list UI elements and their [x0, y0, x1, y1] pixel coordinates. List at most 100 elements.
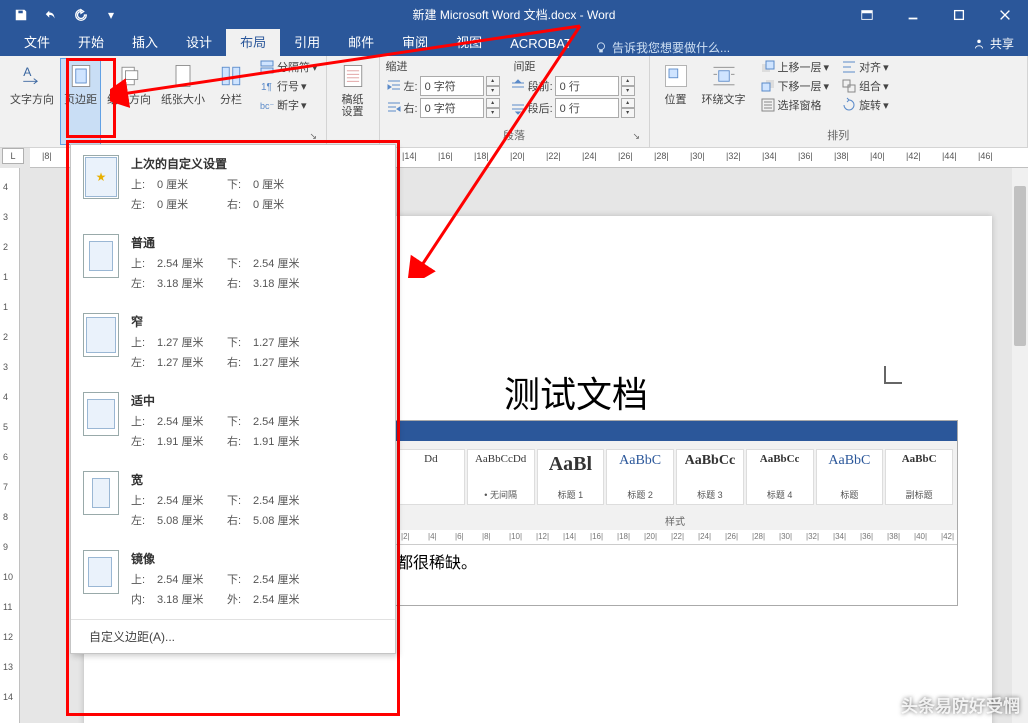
margin-preset-normal[interactable]: 普通 上:2.54 厘米下:2.54 厘米 左:3.18 厘米右:3.18 厘米 — [71, 224, 395, 303]
custom-margins-button[interactable]: 自定义边距(A)... — [71, 619, 395, 653]
qat-customize-icon[interactable]: ▾ — [98, 3, 124, 27]
margin-preset-moderate[interactable]: 适中 上:2.54 厘米下:2.54 厘米 左:1.91 厘米右:1.91 厘米 — [71, 382, 395, 461]
margin-thumb-icon — [83, 471, 119, 515]
svg-text:bc⁻: bc⁻ — [260, 101, 275, 111]
indent-right-field[interactable]: 右:0 字符▴▾ — [386, 98, 500, 118]
text-direction-button[interactable]: A 文字方向 — [6, 58, 58, 145]
spacing-before-icon — [510, 78, 526, 94]
tell-me[interactable]: 告诉我您想要做什么... — [594, 39, 730, 56]
style-item[interactable]: Dd — [397, 449, 465, 505]
scrollbar-thumb[interactable] — [1014, 186, 1026, 346]
margin-thumb-icon — [83, 550, 119, 594]
vertical-scrollbar[interactable] — [1012, 168, 1028, 723]
style-item[interactable]: AaBbCc标题 4 — [746, 449, 814, 505]
inner-ruler: |2||4||6||8||10||12||14||16||18||20||22|… — [393, 531, 957, 545]
manuscript-icon — [337, 60, 369, 92]
orientation-button[interactable]: 纸张方向 — [103, 58, 155, 145]
share-button[interactable]: 共享 — [958, 31, 1028, 56]
save-icon[interactable] — [8, 3, 34, 27]
send-backward-button[interactable]: 下移一层 ▾ — [758, 77, 832, 95]
tab-review[interactable]: 审阅 — [388, 28, 442, 56]
document-title[interactable]: 测试文档 — [504, 366, 912, 418]
title-bar: ▾ 新建 Microsoft Word 文档.docx - Word — [0, 0, 1028, 29]
ribbon-display-icon[interactable] — [844, 0, 890, 29]
spacing-heading: 间距 — [514, 58, 536, 74]
tab-references[interactable]: 引用 — [280, 28, 334, 56]
corner-mark-icon — [884, 366, 902, 384]
tab-layout[interactable]: 布局 — [226, 28, 280, 56]
wrap-text-icon — [708, 60, 740, 92]
margin-thumb-icon — [83, 313, 119, 357]
margin-preset-last-custom[interactable]: 上次的自定义设置 上:0 厘米下:0 厘米 左:0 厘米右:0 厘米 — [71, 145, 395, 224]
indent-left-field[interactable]: 左:0 字符▴▾ — [386, 76, 500, 96]
style-item[interactable]: AaBbC副标题 — [885, 449, 953, 505]
align-button[interactable]: 对齐 ▾ — [839, 58, 891, 76]
margins-icon — [65, 60, 97, 92]
position-icon — [660, 60, 692, 92]
columns-icon — [215, 60, 247, 92]
inner-body-text: 都很稀缺。 — [393, 549, 957, 573]
indent-heading: 缩进 — [386, 58, 408, 74]
margin-thumb-icon — [83, 155, 119, 199]
paragraph-group: 缩进 间距 左:0 字符▴▾ 段前:0 行▴▾ 右:0 字符▴▾ 段后:0 行▴… — [380, 56, 650, 147]
tab-mailings[interactable]: 邮件 — [334, 28, 388, 56]
margin-preset-mirror[interactable]: 镜像 上:2.54 厘米下:2.54 厘米 内:3.18 厘米外:2.54 厘米 — [71, 540, 395, 619]
close-icon[interactable] — [982, 0, 1028, 29]
margins-button[interactable]: 页边距 — [60, 58, 101, 145]
redo-icon[interactable] — [68, 3, 94, 27]
window-title: 新建 Microsoft Word 文档.docx - Word — [413, 6, 616, 23]
spacing-before-field[interactable]: 段前:0 行▴▾ — [510, 76, 635, 96]
tab-design[interactable]: 设计 — [172, 28, 226, 56]
selection-pane-button[interactable]: 选择窗格 — [758, 96, 832, 114]
size-icon — [167, 60, 199, 92]
tab-view[interactable]: 视图 — [442, 28, 496, 56]
style-item[interactable]: AaBbC标题 2 — [606, 449, 674, 505]
manuscript-paper-button[interactable]: 稿纸 设置 — [333, 58, 373, 145]
maximize-icon[interactable] — [936, 0, 982, 29]
breaks-button[interactable]: 分隔符 ▾ — [257, 58, 320, 76]
svg-text:A: A — [23, 65, 32, 79]
indent-right-icon — [386, 100, 402, 116]
spacing-after-field[interactable]: 段后:0 行▴▾ — [510, 98, 635, 118]
watermark-text: 头条易防好受惘 — [901, 692, 1020, 717]
text-direction-icon: A — [16, 60, 48, 92]
styles-group-label: 样式 — [393, 513, 957, 530]
margin-preset-wide[interactable]: 宽 上:2.54 厘米下:2.54 厘米 左:5.08 厘米右:5.08 厘米 — [71, 461, 395, 540]
indent-left-icon — [386, 78, 402, 94]
minimize-icon[interactable] — [890, 0, 936, 29]
size-button[interactable]: 纸张大小 — [157, 58, 209, 145]
margins-dropdown: 上次的自定义设置 上:0 厘米下:0 厘米 左:0 厘米右:0 厘米 普通 上:… — [70, 144, 396, 654]
page-setup-group: A 文字方向 页边距 纸张方向 纸张大小 分栏 分隔符 ▾ 1¶行号 ▾ — [0, 56, 327, 147]
ribbon-tabs: 文件 开始 插入 设计 布局 引用 邮件 审阅 视图 ACROBAT 告诉我您想… — [0, 29, 1028, 56]
margin-thumb-icon — [83, 392, 119, 436]
spacing-after-icon — [510, 100, 526, 116]
embedded-screenshot: DdAaBbCcDd• 无间隔AaBl标题 1AaBbC标题 2AaBbCc标题… — [392, 420, 958, 606]
style-item[interactable]: AaBbCcDd• 无间隔 — [467, 449, 535, 505]
quick-access-toolbar: ▾ — [0, 3, 124, 27]
style-item[interactable]: AaBbC标题 — [816, 449, 884, 505]
orientation-icon — [113, 60, 145, 92]
tab-file[interactable]: 文件 — [10, 28, 64, 56]
margin-thumb-icon — [83, 234, 119, 278]
rotate-button[interactable]: 旋转 ▾ — [839, 96, 891, 114]
tab-acrobat[interactable]: ACROBAT — [496, 32, 586, 56]
tab-insert[interactable]: 插入 — [118, 28, 172, 56]
wrap-text-button[interactable]: 环绕文字 — [698, 58, 750, 127]
columns-button[interactable]: 分栏 — [211, 58, 251, 145]
hyphenation-button[interactable]: bc⁻断字 ▾ — [257, 96, 320, 114]
page-setup-launcher-icon[interactable]: ↘ — [310, 131, 324, 145]
svg-text:1¶: 1¶ — [261, 82, 272, 93]
undo-icon[interactable] — [38, 3, 64, 27]
line-numbers-button[interactable]: 1¶行号 ▾ — [257, 77, 320, 95]
style-item[interactable]: AaBbCc标题 3 — [676, 449, 744, 505]
tab-home[interactable]: 开始 — [64, 28, 118, 56]
position-button[interactable]: 位置 — [656, 58, 696, 127]
vertical-ruler[interactable]: 43211234567891011121314 — [0, 168, 20, 723]
ribbon: A 文字方向 页边距 纸张方向 纸张大小 分栏 分隔符 ▾ 1¶行号 ▾ — [0, 56, 1028, 148]
style-item[interactable]: AaBl标题 1 — [537, 449, 605, 505]
bring-forward-button[interactable]: 上移一层 ▾ — [758, 58, 832, 76]
ruler-tab-marker[interactable]: L — [2, 148, 24, 164]
paragraph-launcher-icon[interactable]: ↘ — [633, 131, 647, 145]
margin-preset-narrow[interactable]: 窄 上:1.27 厘米下:1.27 厘米 左:1.27 厘米右:1.27 厘米 — [71, 303, 395, 382]
group-button[interactable]: 组合 ▾ — [839, 77, 891, 95]
